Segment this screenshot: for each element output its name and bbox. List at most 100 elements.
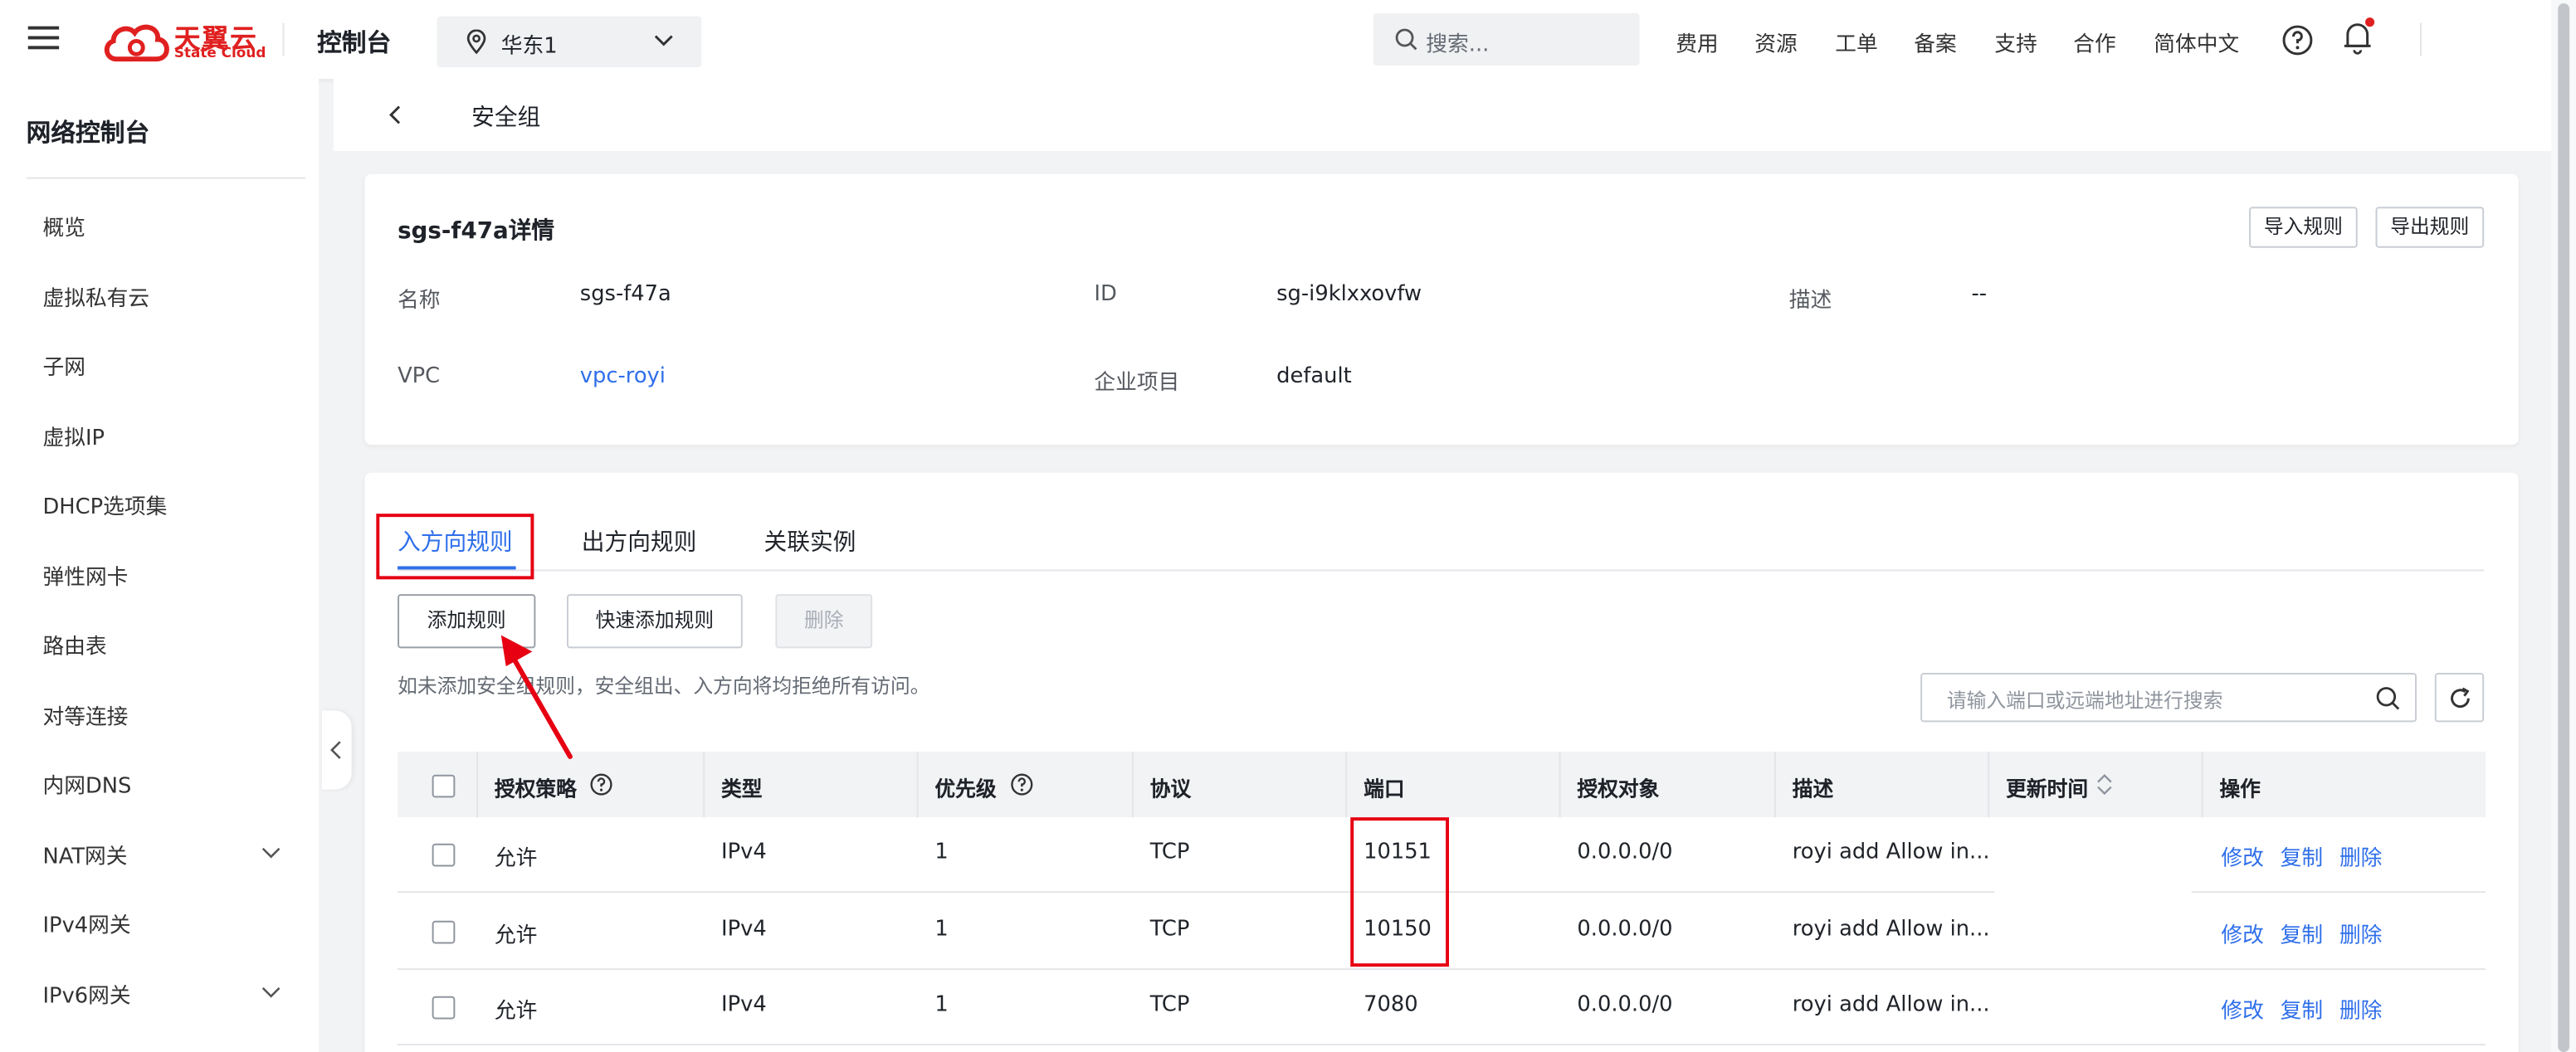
search-icon[interactable] bbox=[2376, 686, 2401, 711]
cell-description: royi add Allow in... bbox=[1792, 917, 1990, 942]
console-title[interactable]: 控制台 bbox=[317, 25, 391, 60]
nav-filing[interactable]: 备案 bbox=[1914, 27, 1957, 58]
column-divider bbox=[1345, 752, 1348, 818]
delete-button[interactable]: 删除 bbox=[775, 594, 873, 649]
delete-link[interactable]: 删除 bbox=[2339, 840, 2383, 872]
annotation-highlight-box bbox=[1350, 817, 1450, 967]
cell-policy: 允许 bbox=[494, 999, 538, 1025]
sidebar-item-overview[interactable]: 概览 bbox=[42, 210, 85, 241]
refresh-button[interactable] bbox=[2434, 673, 2485, 723]
scrollbar-track[interactable] bbox=[2551, 0, 2576, 1052]
cell-target: 0.0.0.0/0 bbox=[1577, 840, 1673, 865]
sidebar: 网络控制台 概览 虚拟私有云 子网 虚拟IP DHCP选项集 弹性网卡 路由表 … bbox=[0, 78, 320, 1052]
column-header-target: 授权对象 bbox=[1577, 776, 1660, 801]
nav-fees[interactable]: 费用 bbox=[1676, 27, 1719, 58]
chevron-down-icon[interactable] bbox=[261, 847, 281, 860]
detail-card: sgs-f47a详情 导入规则 导出规则 名称 sgs-f47a ID sg-i… bbox=[364, 173, 2519, 446]
column-divider bbox=[916, 752, 919, 818]
column-divider bbox=[703, 752, 705, 818]
copy-link[interactable]: 复制 bbox=[2281, 840, 2324, 872]
cell-type: IPv4 bbox=[721, 840, 767, 865]
divider bbox=[26, 177, 306, 179]
divider bbox=[2419, 22, 2422, 56]
nav-language[interactable]: 简体中文 bbox=[2154, 27, 2239, 58]
description-label: 描述 bbox=[1788, 289, 1832, 314]
cloud-logo-icon bbox=[104, 24, 169, 62]
help-icon[interactable] bbox=[2282, 25, 2314, 56]
sidebar-item-eni[interactable]: 弹性网卡 bbox=[42, 560, 128, 591]
row-checkbox[interactable] bbox=[432, 843, 456, 867]
column-header-protocol: 协议 bbox=[1149, 776, 1192, 801]
column-header-actions: 操作 bbox=[2219, 776, 2261, 801]
sidebar-item-subnet[interactable]: 子网 bbox=[42, 349, 85, 381]
edit-link[interactable]: 修改 bbox=[2221, 993, 2264, 1025]
vpc-label: VPC bbox=[398, 364, 441, 389]
bell-icon[interactable] bbox=[2341, 17, 2378, 56]
sidebar-item-nat-gateway[interactable]: NAT网关 bbox=[42, 839, 127, 870]
region-selector[interactable]: 华东1 bbox=[437, 16, 702, 68]
cell-priority: 1 bbox=[934, 917, 949, 942]
row-divider bbox=[2191, 891, 2486, 894]
sidebar-item-vpc[interactable]: 虚拟私有云 bbox=[42, 280, 149, 312]
global-search[interactable]: 搜索... bbox=[1373, 12, 1640, 66]
enterprise-project-value: default bbox=[1276, 364, 1352, 389]
nav-partners[interactable]: 合作 bbox=[2073, 27, 2116, 58]
name-label: 名称 bbox=[398, 289, 441, 314]
back-icon[interactable] bbox=[388, 105, 401, 125]
column-divider bbox=[1559, 752, 1561, 818]
nav-tickets[interactable]: 工单 bbox=[1835, 27, 1878, 58]
sidebar-item-dhcp[interactable]: DHCP选项集 bbox=[42, 489, 167, 520]
sidebar-item-peering[interactable]: 对等连接 bbox=[42, 699, 128, 731]
sidebar-item-ipv4-gateway[interactable]: IPv4网关 bbox=[42, 908, 130, 939]
tab-associated-instances[interactable]: 关联实例 bbox=[764, 525, 856, 558]
copy-link[interactable]: 复制 bbox=[2281, 993, 2324, 1025]
page-title: 安全组 bbox=[471, 105, 541, 132]
edit-link[interactable]: 修改 bbox=[2221, 918, 2264, 949]
row-checkbox[interactable] bbox=[432, 996, 456, 1020]
export-rules-button[interactable]: 导出规则 bbox=[2375, 207, 2485, 248]
nav-support[interactable]: 支持 bbox=[1994, 27, 2037, 58]
page-header: 安全组 bbox=[333, 78, 2552, 151]
help-icon[interactable] bbox=[590, 773, 613, 796]
cell-description: royi add Allow in... bbox=[1792, 992, 1990, 1018]
region-label: 华东1 bbox=[500, 34, 558, 60]
refresh-icon bbox=[2451, 687, 2470, 709]
location-pin-icon bbox=[466, 29, 486, 55]
row-checkbox[interactable] bbox=[432, 920, 456, 944]
search-placeholder: 搜索... bbox=[1426, 32, 1490, 58]
chevron-down-icon[interactable] bbox=[261, 986, 281, 1000]
row-divider bbox=[398, 891, 1995, 894]
cell-port: 7080 bbox=[1364, 992, 1418, 1018]
copy-link[interactable]: 复制 bbox=[2281, 918, 2324, 949]
sort-icon[interactable] bbox=[2096, 773, 2113, 796]
sidebar-item-ipv6-gateway[interactable]: IPv6网关 bbox=[42, 978, 130, 1010]
tab-outbound[interactable]: 出方向规则 bbox=[582, 525, 697, 558]
cell-priority: 1 bbox=[934, 992, 949, 1018]
scrollbar-thumb[interactable] bbox=[2558, 2, 2570, 1052]
import-rules-button[interactable]: 导入规则 bbox=[2249, 207, 2358, 248]
sidebar-collapse-toggle[interactable] bbox=[322, 710, 352, 790]
edit-link[interactable]: 修改 bbox=[2221, 840, 2264, 872]
sidebar-item-route-table[interactable]: 路由表 bbox=[42, 629, 106, 660]
menu-icon[interactable] bbox=[27, 25, 60, 51]
rule-search-input[interactable]: 请输入端口或远端地址进行搜索 bbox=[1920, 673, 2417, 723]
sidebar-item-virtual-ip[interactable]: 虚拟IP bbox=[42, 420, 105, 451]
cell-policy: 允许 bbox=[494, 923, 538, 949]
cell-protocol: TCP bbox=[1149, 840, 1190, 865]
sidebar-item-private-dns[interactable]: 内网DNS bbox=[42, 768, 131, 800]
cell-target: 0.0.0.0/0 bbox=[1577, 917, 1673, 942]
delete-link[interactable]: 删除 bbox=[2339, 993, 2383, 1025]
column-header-updated[interactable]: 更新时间 bbox=[2006, 772, 2088, 803]
help-icon[interactable] bbox=[1010, 773, 1033, 796]
top-bar: 天翼云 State Cloud 控制台 华东1 搜索... 费用 资源 工单 备… bbox=[0, 0, 2576, 79]
quick-add-rule-button[interactable]: 快速添加规则 bbox=[566, 594, 743, 649]
table-header bbox=[398, 752, 2486, 818]
nav-resources[interactable]: 资源 bbox=[1754, 27, 1798, 58]
select-all-checkbox[interactable] bbox=[432, 774, 456, 798]
empty-rule-hint: 如未添加安全组规则，安全组出、入方向将均拒绝所有访问。 bbox=[398, 675, 930, 698]
delete-link[interactable]: 删除 bbox=[2339, 918, 2383, 949]
cell-priority: 1 bbox=[934, 840, 949, 865]
vpc-link[interactable]: vpc-royi bbox=[580, 364, 666, 389]
search-icon bbox=[1395, 28, 1417, 51]
column-divider bbox=[476, 752, 479, 818]
